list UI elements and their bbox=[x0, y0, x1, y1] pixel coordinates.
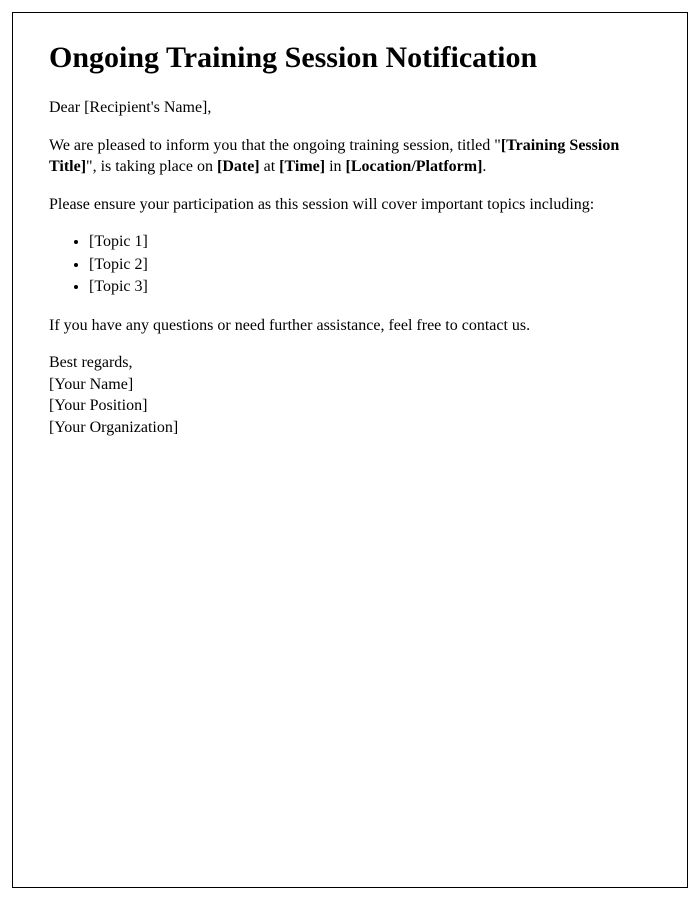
signoff: Best regards, bbox=[49, 352, 651, 374]
intro-text-3: at bbox=[260, 158, 280, 175]
date-placeholder: [Date] bbox=[217, 158, 260, 175]
intro-text-1: We are pleased to inform you that the on… bbox=[49, 137, 501, 154]
intro-paragraph: We are pleased to inform you that the on… bbox=[49, 135, 651, 178]
location-placeholder: [Location/Platform] bbox=[346, 158, 483, 175]
list-item: [Topic 3] bbox=[89, 276, 651, 298]
intro-text-4: in bbox=[325, 158, 345, 175]
your-position-placeholder: [Your Position] bbox=[49, 395, 651, 417]
salutation: Dear [Recipient's Name], bbox=[49, 97, 651, 119]
time-placeholder: [Time] bbox=[279, 158, 325, 175]
page-title: Ongoing Training Session Notification bbox=[49, 41, 651, 75]
closing-line: If you have any questions or need furthe… bbox=[49, 315, 651, 337]
intro-text-2: ", is taking place on bbox=[86, 158, 217, 175]
salutation-suffix: , bbox=[207, 99, 211, 116]
topics-list: [Topic 1] [Topic 2] [Topic 3] bbox=[89, 231, 651, 298]
list-item: [Topic 1] bbox=[89, 231, 651, 253]
salutation-prefix: Dear bbox=[49, 99, 84, 116]
list-item: [Topic 2] bbox=[89, 254, 651, 276]
recipient-name-placeholder: [Recipient's Name] bbox=[84, 99, 207, 116]
signature-block: Best regards, [Your Name] [Your Position… bbox=[49, 352, 651, 438]
your-organization-placeholder: [Your Organization] bbox=[49, 417, 651, 439]
your-name-placeholder: [Your Name] bbox=[49, 374, 651, 396]
participation-line: Please ensure your participation as this… bbox=[49, 194, 651, 216]
intro-text-5: . bbox=[482, 158, 486, 175]
document-container: Ongoing Training Session Notification De… bbox=[12, 12, 688, 888]
